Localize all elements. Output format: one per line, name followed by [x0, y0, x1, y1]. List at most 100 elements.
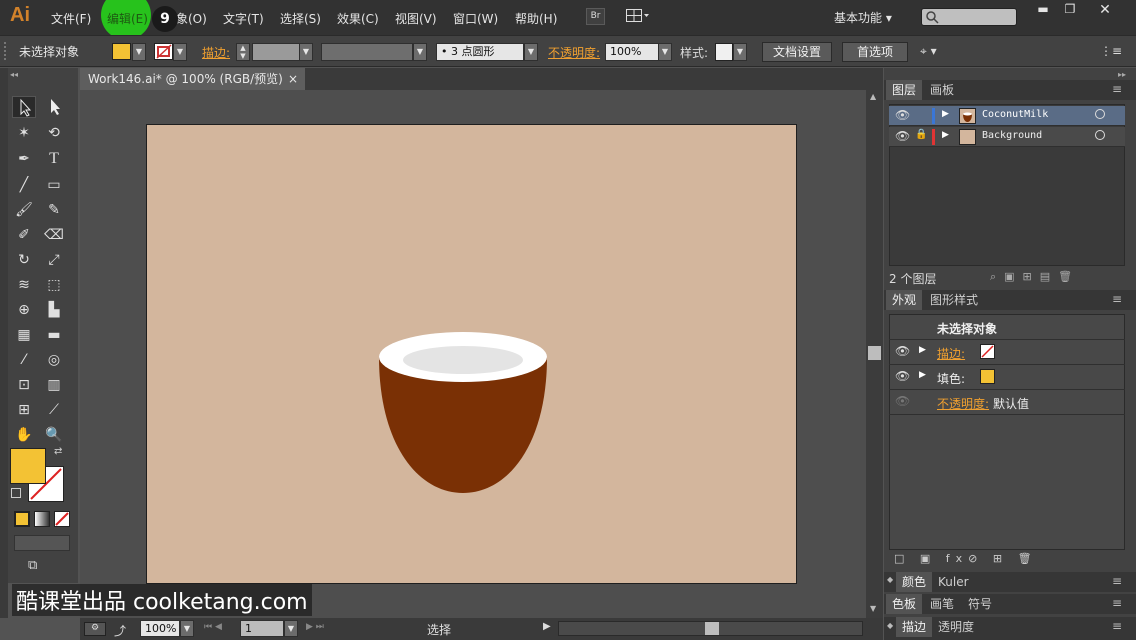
appearance-stroke-label[interactable]: 描边:	[937, 345, 965, 362]
line-tool[interactable]: ╱	[12, 174, 36, 196]
panel-arrows-icon[interactable]: ◆	[887, 621, 893, 630]
appearance-opacity-label[interactable]: 不透明度:	[937, 395, 989, 412]
opacity-field[interactable]: 100%	[605, 43, 659, 61]
appearance-actions-icons[interactable]: □ ▣ fx⊘ ⊞ 🗑	[894, 552, 1038, 565]
none-mode-button[interactable]	[54, 511, 70, 527]
first-artboard-icon[interactable]: ⏮ ◀	[204, 622, 222, 632]
selection-tool[interactable]	[12, 96, 36, 118]
lock-icon[interactable]: 🔒	[915, 129, 927, 140]
minimize-button[interactable]: ▬	[1028, 2, 1058, 20]
artboard-dropdown[interactable]: ▼	[284, 620, 298, 637]
last-artboard-icon[interactable]: ▶ ⏭	[306, 622, 324, 632]
stroke-weight-field[interactable]	[252, 43, 300, 61]
blend-tool[interactable]: ◎	[42, 349, 66, 371]
workspace-switcher[interactable]: 基本功能 ▾	[834, 9, 892, 26]
style-dropdown[interactable]: ▼	[733, 43, 747, 61]
stroke-weight-dropdown[interactable]: ▼	[299, 43, 313, 61]
tab-swatches[interactable]: 色板	[886, 594, 923, 614]
layers-panel-menu-icon[interactable]: ≡	[1112, 82, 1122, 96]
perspective-grid-tool[interactable]: ▙	[42, 299, 66, 321]
layer-row-coconutmilk[interactable]: 👁 ▶ CoconutMilk	[889, 106, 1125, 126]
visibility-eye-icon[interactable]: 👁	[895, 108, 910, 122]
brush-dropdown[interactable]: ▼	[524, 43, 538, 61]
pen-tool[interactable]: ✒	[12, 148, 36, 170]
target-circle-icon[interactable]	[1095, 109, 1105, 119]
visibility-eye-icon[interactable]: 👁	[895, 344, 910, 358]
artboard-number-field[interactable]: 1	[240, 620, 284, 637]
expand-triangle-icon[interactable]: ▶	[942, 130, 949, 140]
expand-triangle-icon[interactable]: ▶	[942, 109, 949, 119]
tab-kuler[interactable]: Kuler	[932, 572, 975, 592]
fill-color-front[interactable]	[10, 448, 46, 484]
document-setup-button[interactable]: 文档设置	[762, 42, 832, 62]
artboard[interactable]	[146, 124, 797, 584]
variable-width-profile[interactable]	[321, 43, 413, 61]
profile-dropdown[interactable]: ▼	[413, 43, 427, 61]
brush-definition[interactable]: • 3 点圆形	[436, 43, 524, 61]
status-arrow-icon[interactable]: ▶	[543, 621, 551, 632]
appearance-panel-menu-icon[interactable]: ≡	[1112, 292, 1122, 306]
target-circle-icon[interactable]	[1095, 130, 1105, 140]
rotate-tool[interactable]: ↻	[12, 249, 36, 271]
menu-window[interactable]: 窗口(W)	[453, 10, 498, 27]
search-input[interactable]	[921, 8, 1017, 26]
fill-dropdown[interactable]: ▼	[132, 43, 146, 61]
zoom-field[interactable]: 100%	[140, 620, 180, 637]
tab-color[interactable]: 颜色	[896, 572, 933, 592]
stroke-label[interactable]: 描边:	[202, 44, 230, 61]
collapse-icon[interactable]: ◂◂	[10, 70, 18, 79]
stroke-weight-stepper[interactable]: ▲ ▼	[236, 43, 250, 61]
color-mode-button[interactable]	[14, 511, 30, 527]
magic-wand-tool[interactable]: ✶	[12, 122, 36, 144]
appearance-stroke-row[interactable]: 👁 ▶ 描边:	[889, 340, 1125, 365]
menu-edit[interactable]: 编辑(E)	[107, 10, 148, 27]
graphic-style-swatch[interactable]	[715, 43, 733, 61]
default-colors-icon[interactable]	[11, 488, 21, 498]
paintbrush-tool[interactable]: 🖌	[12, 199, 36, 221]
symbol-sprayer-tool[interactable]: ⊡	[12, 374, 36, 396]
control-menu-icon[interactable]: ⋮≡	[1100, 44, 1122, 58]
eyedropper-tool[interactable]: ⁄	[12, 349, 36, 371]
width-tool[interactable]: ≋	[12, 274, 36, 296]
visibility-eye-icon[interactable]: 👁	[895, 369, 910, 383]
zoom-dropdown[interactable]: ▼	[180, 620, 194, 637]
coconut-artwork[interactable]	[147, 125, 798, 585]
visibility-eye-icon[interactable]: 👁	[895, 129, 910, 143]
tab-graphic-styles[interactable]: 图形样式	[924, 290, 984, 310]
blob-brush-tool[interactable]: ✐	[12, 224, 36, 246]
gradient-mode-button[interactable]	[34, 511, 50, 527]
swap-colors-icon[interactable]: ⇄	[54, 446, 62, 457]
color-panel-menu-icon[interactable]: ≡	[1112, 574, 1122, 588]
h-scroll-thumb[interactable]	[705, 622, 719, 635]
stroke-dropdown[interactable]: ▼	[173, 43, 187, 61]
menu-help[interactable]: 帮助(H)	[515, 10, 557, 27]
preferences-button[interactable]: 首选项	[842, 42, 908, 62]
scroll-up-arrow[interactable]: ▲	[870, 92, 876, 101]
close-window-button[interactable]: ✕	[1090, 2, 1120, 20]
zoom-tool[interactable]: 🔍	[42, 424, 66, 446]
menu-effect[interactable]: 效果(C)	[337, 10, 379, 27]
column-graph-tool[interactable]: ▥	[42, 374, 66, 396]
tab-transparency[interactable]: 透明度	[932, 617, 980, 637]
swatches-panel-menu-icon[interactable]: ≡	[1112, 596, 1122, 610]
appearance-fill-row[interactable]: 👁 ▶ 填色:	[889, 365, 1125, 390]
layer-row-background[interactable]: 👁 🔒 ▶ Background	[889, 127, 1125, 147]
close-tab-icon[interactable]: ×	[288, 68, 298, 90]
expand-triangle-icon[interactable]: ▶	[919, 345, 926, 355]
rectangle-tool[interactable]: ▭	[42, 174, 66, 196]
artboard-tool[interactable]: ⊞	[12, 399, 36, 421]
menu-select[interactable]: 选择(S)	[280, 10, 321, 27]
status-menu-icon[interactable]: ⚙	[84, 622, 106, 636]
menu-type[interactable]: 文字(T)	[223, 10, 264, 27]
menu-object[interactable]: 象(O)	[176, 10, 207, 27]
tab-artboards[interactable]: 画板	[924, 80, 960, 100]
opacity-dropdown[interactable]: ▼	[658, 43, 672, 61]
shape-builder-tool[interactable]: ⊕	[12, 299, 36, 321]
stroke-panel-menu-icon[interactable]: ≡	[1112, 619, 1122, 633]
tab-layers[interactable]: 图层	[886, 80, 923, 100]
panel-arrows-icon[interactable]: ◆	[887, 575, 893, 584]
slice-tool[interactable]: ⟋	[42, 399, 66, 421]
menu-view[interactable]: 视图(V)	[395, 10, 437, 27]
tab-brushes[interactable]: 画笔	[924, 594, 960, 614]
free-transform-tool[interactable]: ⬚	[42, 274, 66, 296]
